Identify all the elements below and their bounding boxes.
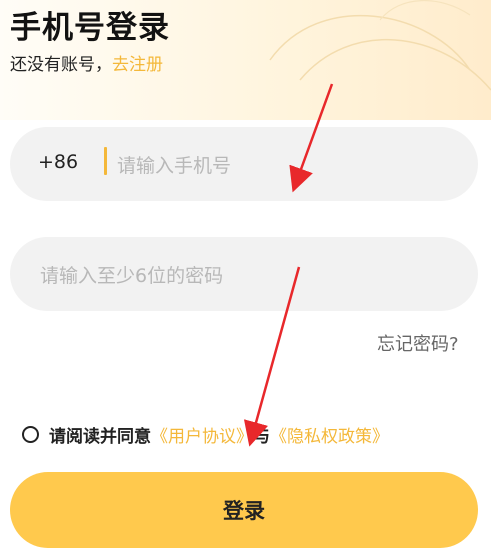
agreement-checkbox[interactable]	[22, 425, 39, 443]
phone-input-field[interactable]: +86 请输入手机号	[10, 127, 478, 201]
register-prompt: 还没有账号，去注册	[10, 50, 163, 75]
agreement-row: 请阅读并同意 《用户协议》与《隐私权政策》	[22, 422, 389, 447]
agreement-conjunction: 与	[253, 426, 270, 447]
country-code[interactable]: +86	[38, 151, 78, 173]
privacy-policy-link[interactable]: 《隐私权政策》	[270, 422, 389, 447]
register-link[interactable]: 去注册	[112, 55, 163, 75]
page-title: 手机号登录	[10, 10, 170, 46]
register-prompt-text: 还没有账号，	[10, 55, 112, 75]
password-input-field[interactable]: 请输入至少6位的密码	[10, 237, 478, 311]
user-agreement-link[interactable]: 《用户协议》	[151, 422, 253, 447]
agreement-text: 请阅读并同意	[49, 426, 151, 447]
forgot-password-link[interactable]: 忘记密码?	[377, 330, 459, 356]
text-cursor	[104, 147, 107, 175]
password-input-placeholder: 请输入至少6位的密码	[40, 265, 224, 287]
login-button[interactable]: 登录	[10, 472, 478, 548]
phone-input-placeholder: 请输入手机号	[117, 155, 232, 177]
